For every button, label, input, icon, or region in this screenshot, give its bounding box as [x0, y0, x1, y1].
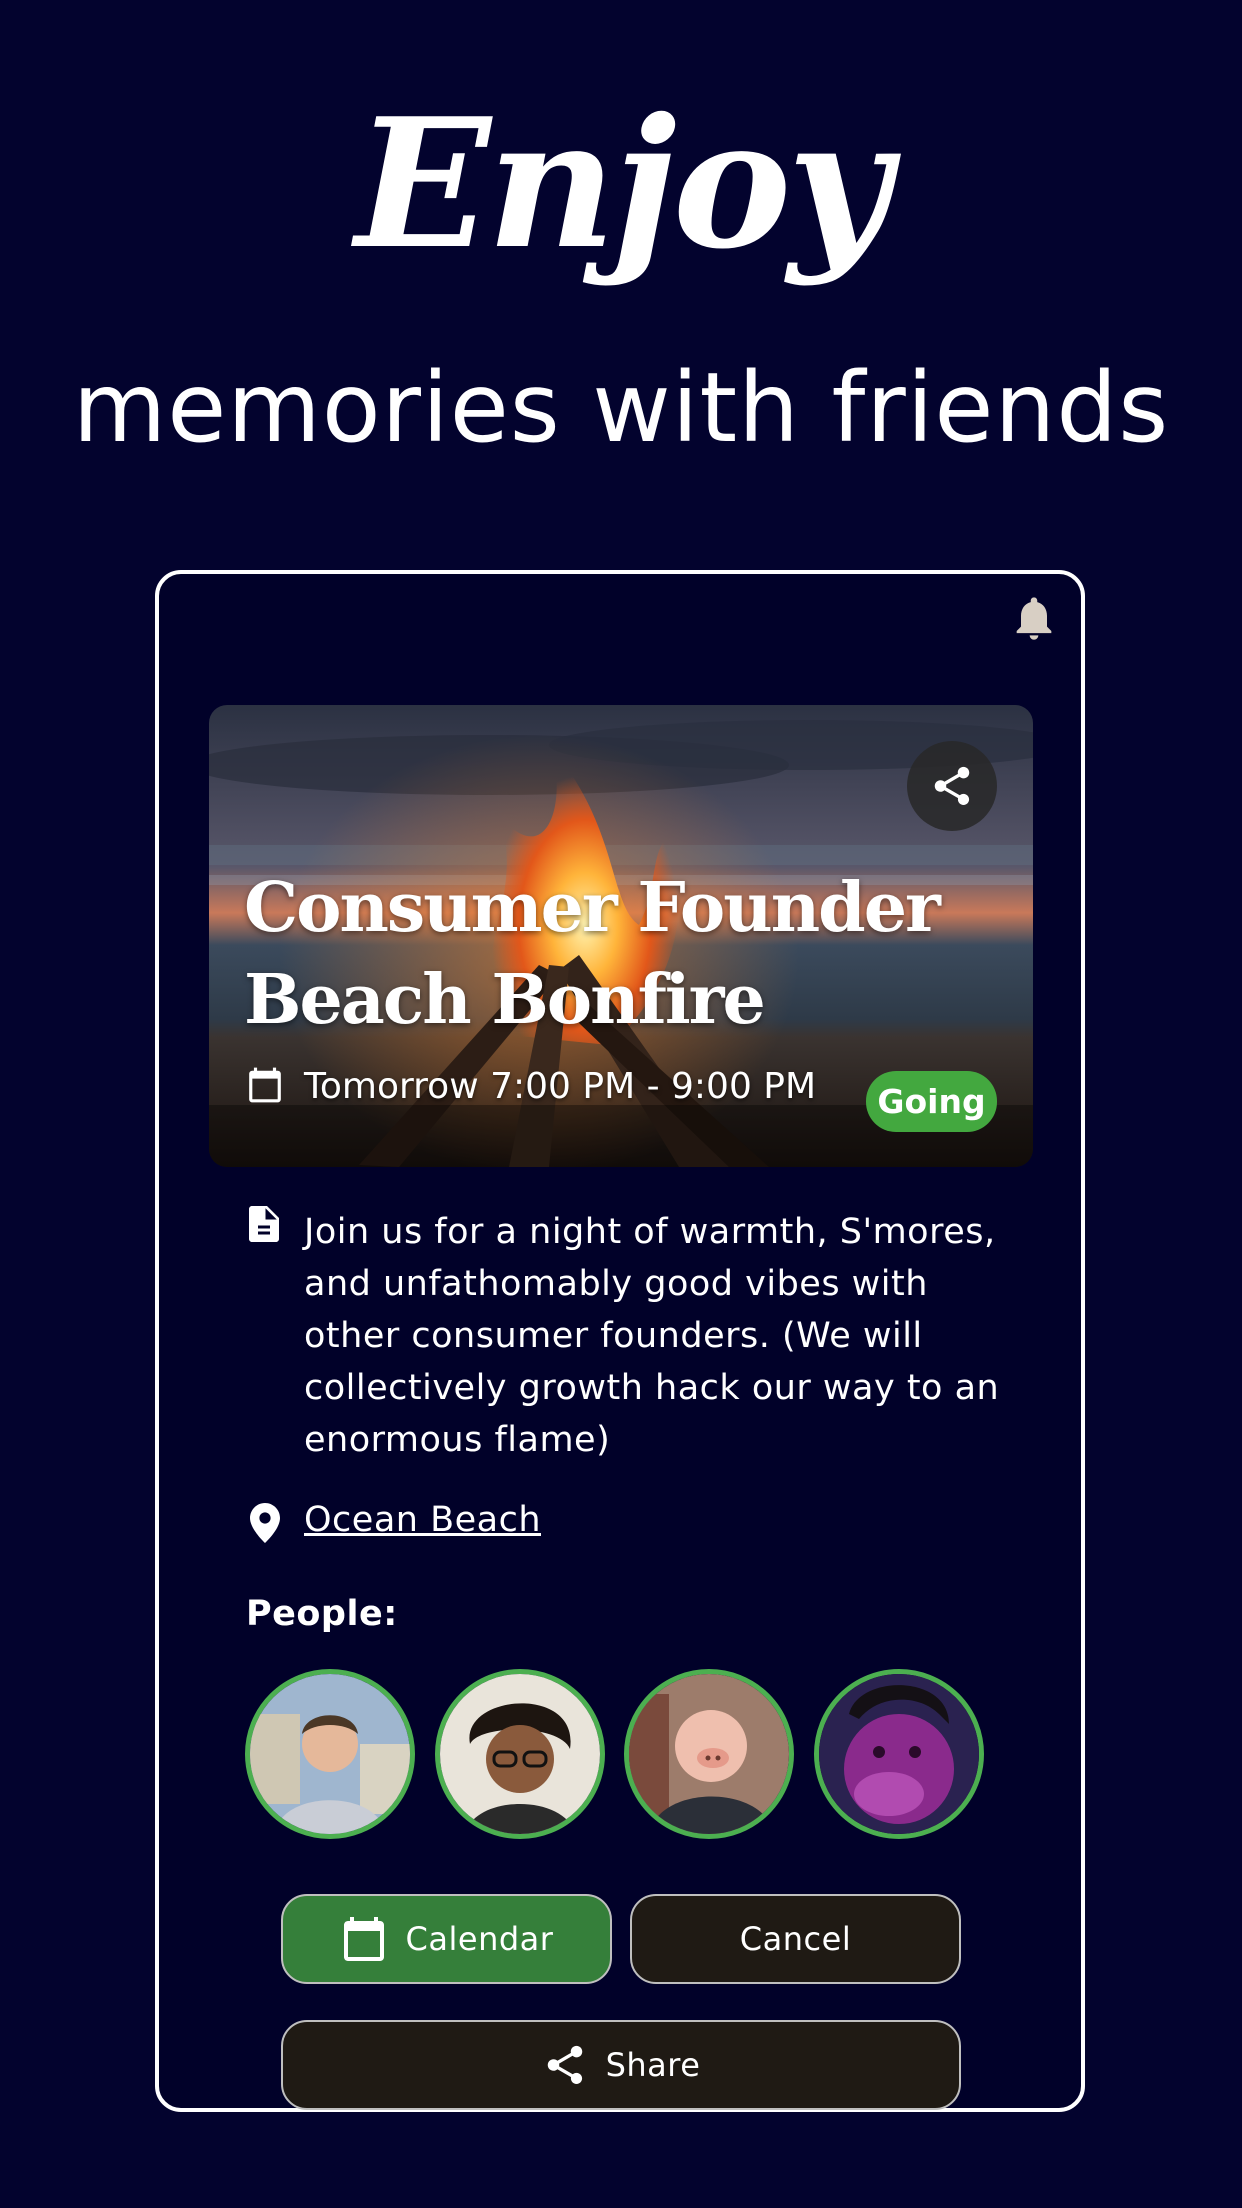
share-icon	[934, 766, 970, 806]
cancel-button-label: Cancel	[739, 1920, 852, 1958]
hero-subheadline: memories with friends	[72, 352, 1170, 464]
calendar-button-label: Calendar	[405, 1920, 554, 1958]
location-pin-icon	[250, 1503, 280, 1543]
avatar-image	[440, 1674, 600, 1834]
avatar-image	[250, 1674, 410, 1834]
hero-headline: Enjoy	[355, 79, 891, 288]
share-button[interactable]: Share	[281, 2020, 961, 2110]
event-title: Consumer Founder Beach Bonfire	[244, 862, 944, 1046]
share-event-button[interactable]	[907, 741, 997, 831]
event-title-line1: Consumer Founder	[244, 868, 941, 948]
avatar[interactable]	[435, 1669, 605, 1839]
event-description: Join us for a night of warmth, S'mores, …	[304, 1212, 1000, 1460]
share-button-label: Share	[605, 2046, 701, 2084]
avatar[interactable]	[814, 1669, 984, 1839]
share-icon	[542, 2042, 588, 2088]
people-label: People:	[246, 1594, 398, 1634]
location-link[interactable]: Ocean Beach	[304, 1500, 541, 1540]
avatar-image	[819, 1674, 979, 1834]
avatar-image	[629, 1674, 789, 1834]
avatar[interactable]	[624, 1669, 794, 1839]
document-icon	[249, 1206, 279, 1242]
calendar-icon	[249, 1067, 281, 1103]
cancel-button[interactable]: Cancel	[630, 1894, 961, 1984]
status-badge[interactable]: Going	[866, 1071, 997, 1132]
calendar-icon	[340, 1915, 388, 1963]
avatar[interactable]	[245, 1669, 415, 1839]
bell-icon[interactable]	[1008, 592, 1060, 644]
event-datetime: Tomorrow 7:00 PM - 9:00 PM	[304, 1066, 817, 1107]
event-title-line2: Beach Bonfire	[244, 960, 766, 1040]
add-to-calendar-button[interactable]: Calendar	[281, 1894, 612, 1984]
